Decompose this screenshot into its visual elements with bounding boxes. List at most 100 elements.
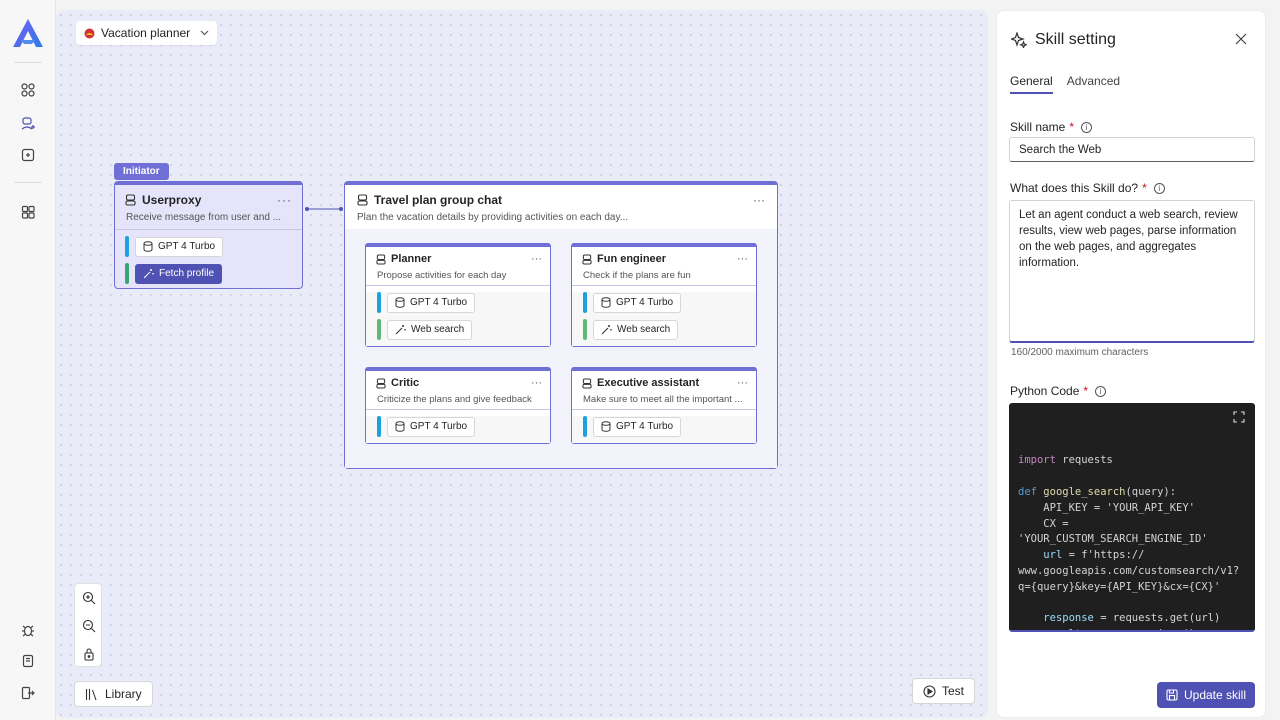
code-line: response = requests.get(url) [1043,612,1221,625]
library-button[interactable]: Library [74,681,153,707]
card-divider [572,409,756,410]
database-icon [601,421,611,432]
more-options-icon[interactable]: ··· [531,253,542,265]
tab-general[interactable]: General [1010,74,1053,94]
model-chip[interactable]: GPT 4 Turbo [583,416,756,437]
lock-icon[interactable] [82,647,96,661]
group-chat-card[interactable]: Travel plan group chat ··· Plan the vaca… [344,181,778,469]
update-skill-button[interactable]: Update skill [1157,682,1255,708]
group-name: Travel plan group chat [374,193,503,207]
sign-out-icon[interactable] [19,684,37,702]
python-code-editor[interactable]: import requests def google_search(query)… [1009,403,1255,632]
chip-accent-bar [583,319,587,340]
chip-label: Web search [617,324,671,335]
model-chip[interactable]: GPT 4 Turbo [377,292,550,313]
more-options-icon[interactable]: ··· [531,377,542,389]
skill-chip[interactable]: Web search [377,319,550,340]
skill-do-label: What does this Skill do? * i [1010,181,1165,195]
play-icon [923,684,936,698]
code-line: CX = [1018,517,1069,530]
database-icon [143,241,153,252]
gallery-icon[interactable] [19,203,37,221]
update-skill-label: Update skill [1183,688,1247,702]
skill-name-input[interactable]: Search the Web [1009,137,1255,162]
code-lines: import requests def google_search(query)… [1018,453,1246,630]
agent-icon [376,377,386,389]
zoom-controls [74,583,102,667]
chip-label: GPT 4 Turbo [410,421,468,432]
executive-assistant-agent-card[interactable]: Executive assistant ··· Make sure to mee… [571,367,757,444]
model-chip[interactable]: GPT 4 Turbo [583,292,756,313]
skills-icon[interactable] [19,146,37,164]
required-mark: * [1069,120,1075,134]
chip-accent-bar [583,416,587,437]
skill-chip[interactable]: Web search [583,319,756,340]
workflow-name: Vacation planner [101,26,191,40]
left-nav-rail [0,0,56,720]
critic-agent-card[interactable]: Critic ··· Criticize the plans and give … [365,367,551,444]
skill-chip[interactable]: Fetch profile [125,263,302,284]
zoom-in-icon[interactable] [82,591,96,605]
agent-icon [582,377,592,389]
test-label: Test [942,684,965,698]
more-options-icon[interactable]: ··· [737,377,748,389]
magic-wand-icon [601,325,612,335]
agent-name: Planner [391,253,432,265]
code-line: 'YOUR_CUSTOM_SEARCH_ENGINE_ID' [1018,533,1208,546]
agent-icon [582,253,592,265]
initiator-badge: Initiator [114,163,169,180]
chip-label: Web search [411,324,465,335]
expand-icon[interactable] [1233,411,1245,423]
chip-label: Fetch profile [159,268,215,279]
card-divider [366,285,550,286]
userproxy-agent-card[interactable]: Userproxy ··· Receive message from user … [114,181,303,289]
required-mark: * [1142,181,1147,195]
agent-description: Propose activities for each day [377,270,507,281]
more-options-icon[interactable]: ··· [753,193,765,207]
code-line: q={query}&key={API_KEY}&cx={CX}' [1018,580,1221,593]
info-icon[interactable]: i [1081,121,1093,133]
agents-icon[interactable] [19,114,37,132]
code-line: www.googleapis.com/customsearch/v1? [1018,564,1240,577]
group-description: Plan the vacation details by providing a… [357,212,629,223]
skill-description-textarea[interactable]: Let an agent conduct a web search, revie… [1009,200,1255,343]
debug-icon[interactable] [19,621,37,639]
more-options-icon[interactable]: ··· [277,193,292,207]
apps-grid-icon[interactable] [19,81,37,99]
model-chip[interactable]: GPT 4 Turbo [125,236,302,257]
chip-accent-bar [125,236,129,257]
chip-accent-bar [125,263,129,284]
character-count: 160/2000 maximum characters [1011,347,1149,358]
notebook-icon[interactable] [19,652,37,670]
info-icon[interactable]: i [1095,385,1107,397]
info-icon[interactable]: i [1153,182,1165,194]
fun-engineer-agent-card[interactable]: Fun engineer ··· Check if the plans are … [571,243,757,347]
close-icon[interactable] [1235,33,1247,45]
rail-divider [14,182,42,183]
code-line: url = f'https:// [1043,549,1145,562]
python-code-label-text: Python Code [1010,384,1080,398]
more-options-icon[interactable]: ··· [737,253,748,265]
workflow-icon [84,28,95,38]
workflow-canvas[interactable]: Vacation planner Initiator Userproxy ···… [56,10,988,718]
required-mark: * [1083,384,1089,398]
library-icon [85,688,97,700]
chip-accent-bar [377,319,381,340]
agent-description: Check if the plans are fun [583,270,691,281]
app-logo-icon [13,19,43,47]
workflow-selector[interactable]: Vacation planner [76,21,218,45]
agent-icon [125,194,136,206]
planner-agent-card[interactable]: Planner ··· Propose activities for each … [365,243,551,347]
model-chip[interactable]: GPT 4 Turbo [377,416,550,437]
agent-name: Critic [391,377,420,389]
skill-name-label-text: Skill name [1010,120,1066,134]
database-icon [395,421,405,432]
chip-label: GPT 4 Turbo [616,297,674,308]
agent-description: Make sure to meet all the important ... [583,394,743,405]
tab-advanced[interactable]: Advanced [1067,74,1120,94]
zoom-out-icon[interactable] [82,619,96,633]
test-button[interactable]: Test [912,678,976,704]
group-chat-icon [357,194,368,206]
database-icon [601,297,611,308]
